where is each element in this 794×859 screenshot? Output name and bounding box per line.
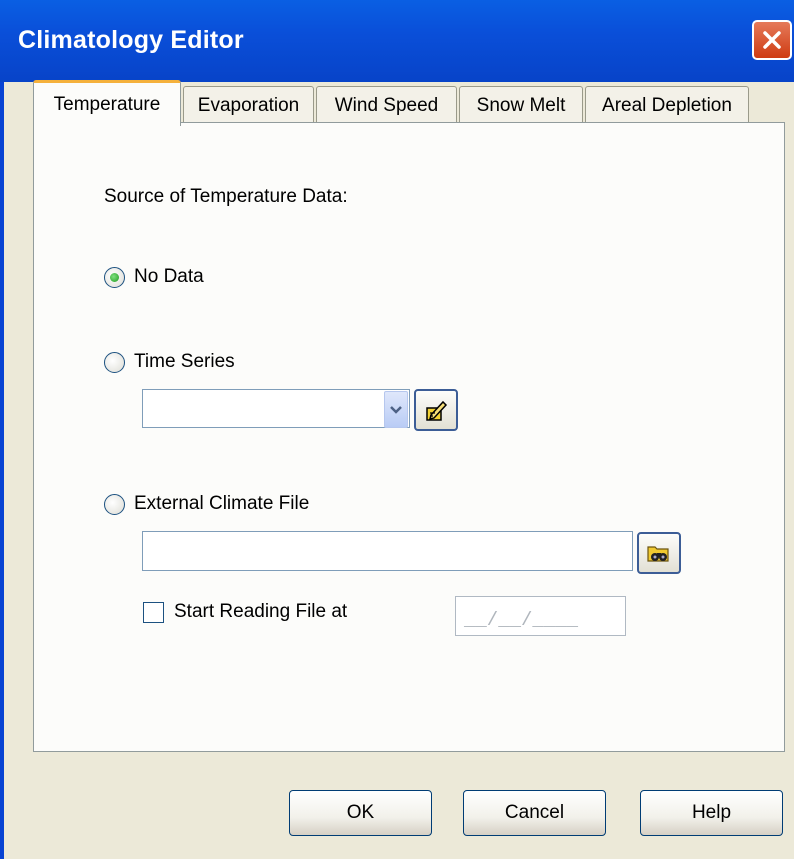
- radio-no-data[interactable]: [104, 267, 125, 288]
- time-series-combo[interactable]: [142, 389, 410, 428]
- cancel-button-label: Cancel: [504, 802, 565, 823]
- tab-label: Wind Speed: [334, 94, 439, 116]
- ok-button-label: OK: [346, 802, 375, 823]
- tab-wind-speed[interactable]: Wind Speed: [316, 86, 457, 124]
- combo-dropdown-button[interactable]: [384, 391, 408, 428]
- tab-evaporation[interactable]: Evaporation: [183, 86, 314, 124]
- radio-no-data-label[interactable]: No Data: [134, 266, 204, 288]
- tab-label: Snow Melt: [476, 94, 566, 116]
- climate-file-input[interactable]: [142, 531, 633, 571]
- start-reading-checkbox[interactable]: [143, 602, 164, 623]
- tab-label: Areal Depletion: [602, 94, 732, 116]
- radio-external-climate-file[interactable]: [104, 494, 125, 515]
- edit-time-series-button[interactable]: [414, 389, 458, 431]
- window-title: Climatology Editor: [18, 26, 244, 54]
- tab-temperature[interactable]: Temperature: [33, 80, 181, 126]
- radio-selected-dot: [110, 273, 119, 282]
- cancel-button[interactable]: Cancel: [463, 790, 606, 836]
- tab-label: Temperature: [53, 93, 161, 115]
- radio-time-series-label[interactable]: Time Series: [134, 351, 235, 373]
- start-date-field[interactable]: __/__/____: [455, 596, 626, 636]
- close-button[interactable]: [752, 20, 792, 60]
- radio-external-climate-file-label[interactable]: External Climate File: [134, 493, 309, 515]
- temperature-tab-panel: [33, 122, 785, 752]
- help-button-label: Help: [691, 802, 732, 823]
- tab-label: Evaporation: [197, 94, 300, 116]
- ok-button[interactable]: OK: [289, 790, 432, 836]
- edit-pencil-icon: [426, 400, 448, 421]
- tab-areal-depletion[interactable]: Areal Depletion: [585, 86, 749, 124]
- close-icon: [763, 31, 781, 49]
- help-button[interactable]: Help: [640, 790, 783, 836]
- browse-binoculars-icon: [647, 546, 669, 562]
- browse-file-button[interactable]: [637, 532, 681, 574]
- title-bar[interactable]: Climatology Editor: [0, 0, 794, 82]
- start-reading-label[interactable]: Start Reading File at: [174, 601, 347, 623]
- chevron-down-icon: [390, 405, 402, 414]
- tab-snow-melt[interactable]: Snow Melt: [459, 86, 583, 124]
- source-label: Source of Temperature Data:: [104, 186, 348, 207]
- start-date-mask: __/__/____: [464, 609, 579, 631]
- radio-time-series[interactable]: [104, 352, 125, 373]
